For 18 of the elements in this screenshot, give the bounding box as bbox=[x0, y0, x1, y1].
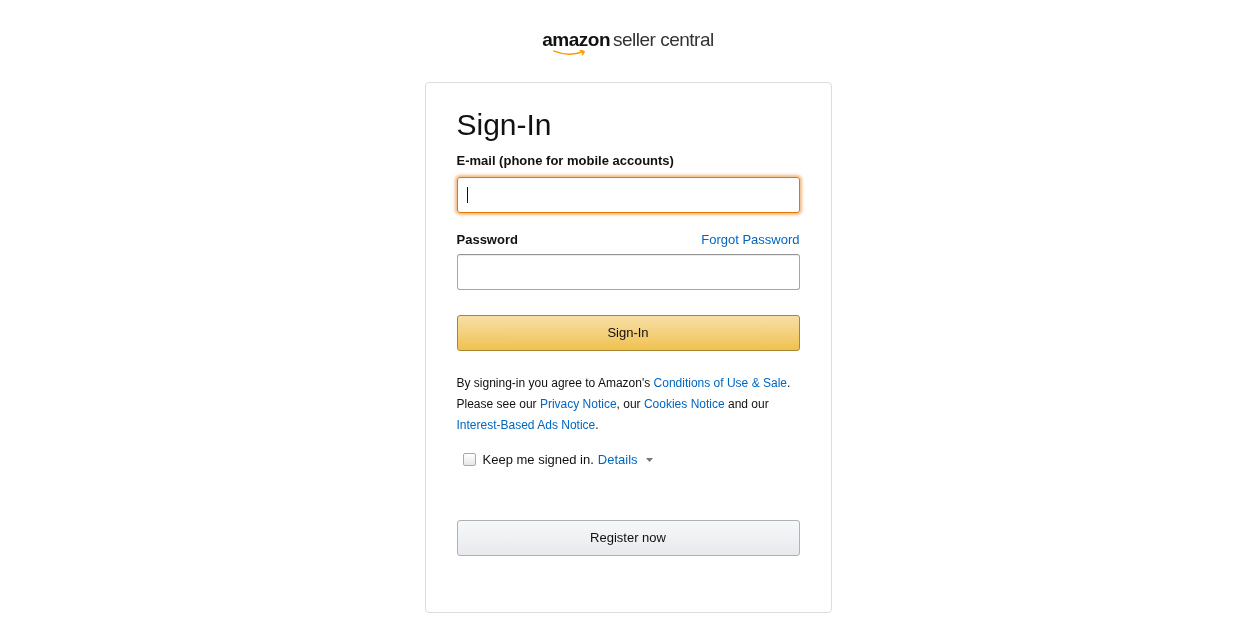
logo-product: seller central bbox=[613, 30, 714, 49]
field-label: E-mail (phone for mobile accounts) bbox=[456, 152, 675, 170]
legal-link[interactable]: Privacy Notice bbox=[539, 397, 617, 411]
register-button[interactable]: Register now bbox=[456, 519, 800, 556]
keep-signed-in-checkbox[interactable] bbox=[462, 453, 476, 467]
caret-icon bbox=[645, 457, 653, 462]
email-field[interactable] bbox=[456, 176, 800, 213]
details-link[interactable]: Details bbox=[597, 450, 638, 470]
password-field[interactable] bbox=[456, 254, 800, 290]
page-title: Sign-In bbox=[456, 107, 553, 143]
legal-notice: By signing-in you agree to Amazon's Conditions of Use & Sale. Please see our Privacy Notice, our Cookies Notice and our Interest-Based Ads Notice. bbox=[456, 375, 792, 434]
legal-link[interactable]: Conditions of Use & Sale bbox=[653, 376, 787, 390]
logo-brand: amazon bbox=[542, 30, 610, 49]
forgot-password-link[interactable]: Forgot Password bbox=[701, 229, 800, 249]
sign-in-button[interactable]: Sign-In bbox=[456, 315, 800, 351]
field-label: Password bbox=[456, 230, 518, 249]
legal-link[interactable]: Cookies Notice bbox=[643, 397, 725, 411]
checkbox-label: Keep me signed in. bbox=[482, 451, 594, 469]
